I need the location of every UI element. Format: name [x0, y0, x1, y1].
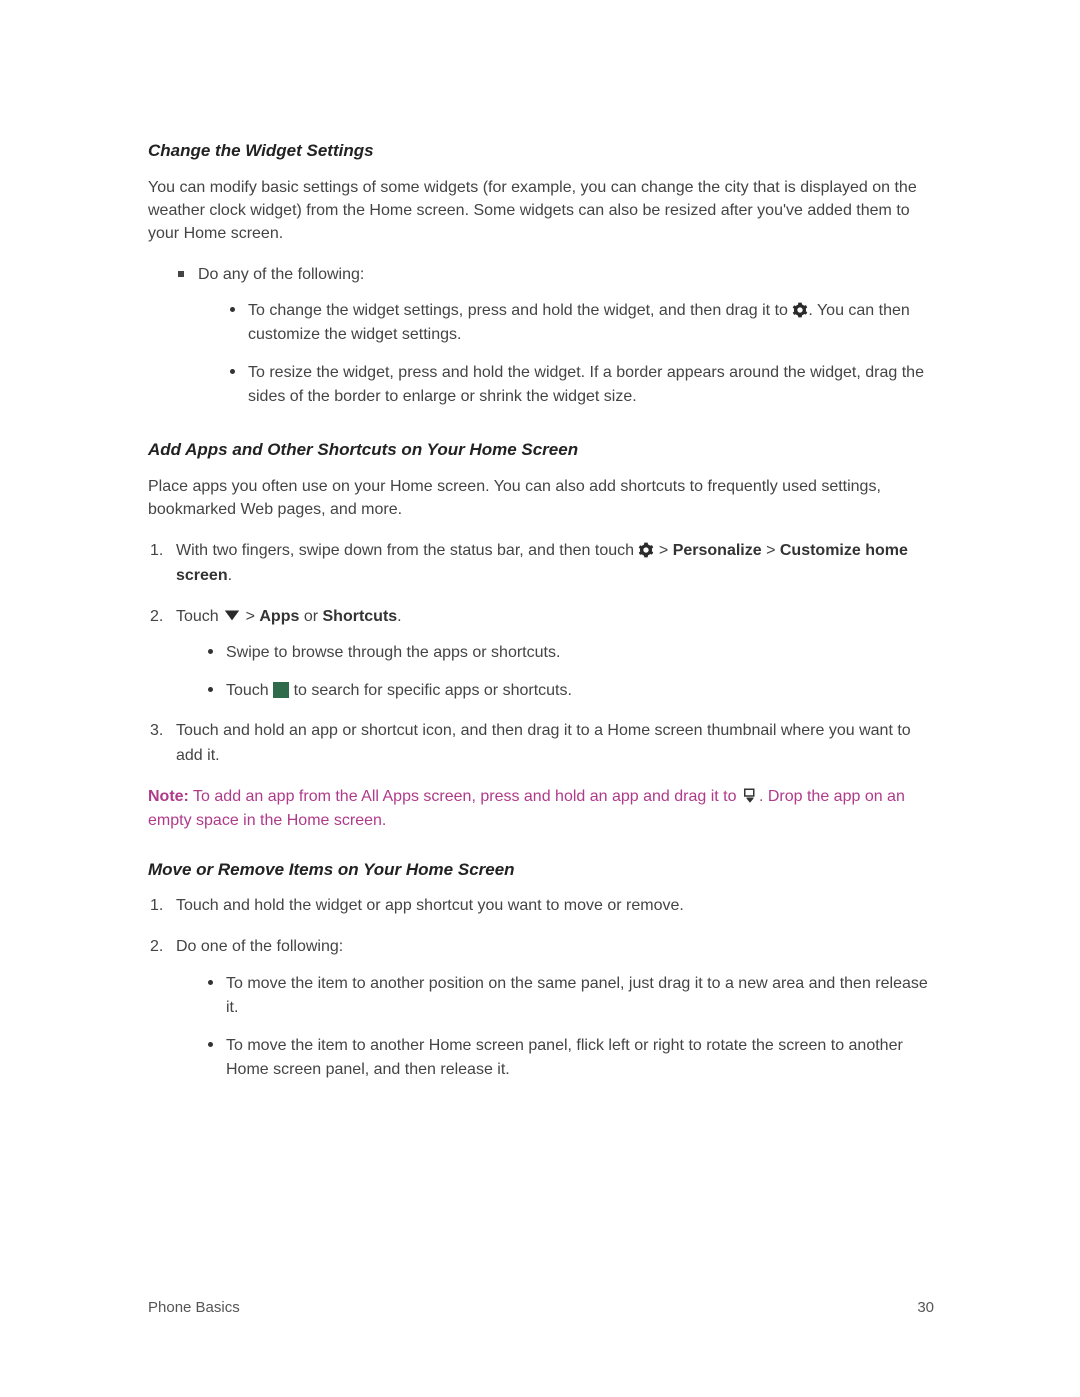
body-text: Touch and hold an app or shortcut icon, …	[176, 722, 911, 764]
body-text: to search for specific apps or shortcuts…	[289, 682, 572, 699]
body-text: To resize the widget, press and hold the…	[248, 364, 924, 405]
list-item: To move the item to another position on …	[212, 972, 934, 1020]
list-item: To resize the widget, press and hold the…	[234, 361, 934, 409]
intro-widget-settings: You can modify basic settings of some wi…	[148, 176, 934, 246]
body-text: >	[241, 608, 259, 625]
body-text: or	[299, 608, 322, 625]
body-text: >	[654, 542, 672, 559]
footer-chapter: Phone Basics	[148, 1297, 240, 1320]
body-text: Touch	[226, 682, 273, 699]
list-item: Touch and hold the widget or app shortcu…	[148, 894, 934, 919]
intro-add-apps: Place apps you often use on your Home sc…	[148, 475, 934, 521]
heading-widget-settings: Change the Widget Settings	[148, 138, 934, 164]
body-text: To move the item to another position on …	[226, 975, 928, 1016]
label-apps: Apps	[259, 608, 299, 625]
heading-move-remove: Move or Remove Items on Your Home Screen	[148, 857, 934, 883]
list-item: To move the item to another Home screen …	[212, 1034, 934, 1082]
footer-page-number: 30	[917, 1297, 934, 1320]
list-item: Do any of the following: To change the w…	[182, 263, 934, 409]
note-label: Note:	[148, 788, 189, 805]
body-text: Swipe to browse through the apps or shor…	[226, 644, 560, 661]
list-item: Swipe to browse through the apps or shor…	[212, 641, 934, 665]
label-shortcuts: Shortcuts	[323, 608, 398, 625]
page-footer: Phone Basics 30	[148, 1297, 934, 1320]
body-text: >	[762, 542, 780, 559]
list-item: Do one of the following: To move the ite…	[148, 935, 934, 1082]
dropdown-triangle-icon	[223, 608, 241, 624]
gear-icon	[792, 302, 808, 320]
body-text: Do one of the following:	[176, 938, 343, 955]
add-to-home-icon	[741, 787, 759, 806]
lead-text: Do any of the following:	[198, 266, 364, 283]
body-text: .	[228, 567, 232, 584]
body-text: .	[397, 608, 401, 625]
list-item: Touch and hold an app or shortcut icon, …	[148, 719, 934, 769]
list-item: Touch > Apps or Shortcuts. Swipe to brow…	[148, 605, 934, 704]
body-text: With two fingers, swipe down from the st…	[176, 542, 638, 559]
body-text: Touch	[176, 608, 223, 625]
label-personalize: Personalize	[673, 542, 762, 559]
list-item: To change the widget settings, press and…	[234, 299, 934, 347]
gear-icon	[638, 542, 654, 560]
note-block: Note: To add an app from the All Apps sc…	[148, 785, 934, 833]
body-text: Touch and hold the widget or app shortcu…	[176, 897, 684, 914]
heading-add-apps: Add Apps and Other Shortcuts on Your Hom…	[148, 437, 934, 463]
body-text: To move the item to another Home screen …	[226, 1037, 903, 1078]
body-text: To change the widget settings, press and…	[248, 302, 792, 319]
list-item: With two fingers, swipe down from the st…	[148, 539, 934, 589]
list-item: Touch to search for specific apps or sho…	[212, 679, 934, 703]
search-icon	[273, 682, 289, 698]
note-text: To add an app from the All Apps screen, …	[193, 788, 741, 805]
